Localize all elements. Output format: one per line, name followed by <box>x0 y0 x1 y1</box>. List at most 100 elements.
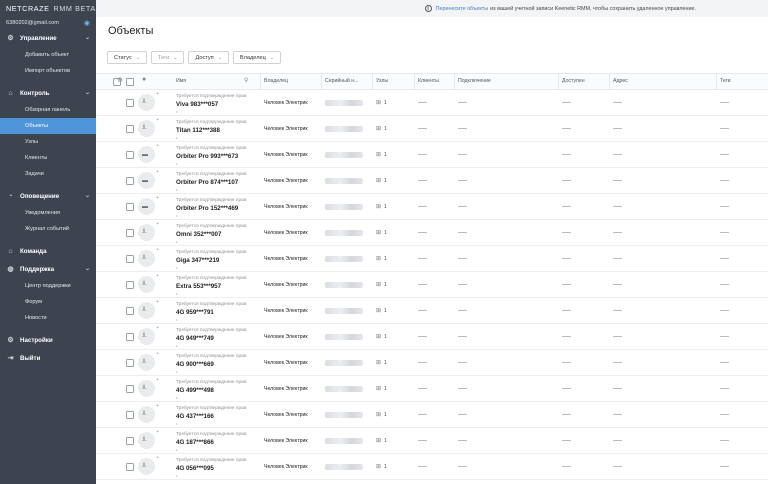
sidebar-item[interactable]: Журнал событий <box>0 221 96 237</box>
row-checkbox[interactable] <box>126 177 134 185</box>
row-checkbox[interactable] <box>126 151 134 159</box>
empty-value-dash <box>458 414 467 415</box>
sidebar-item[interactable]: Центр поддержки <box>0 278 96 294</box>
sidebar-item[interactable]: Задачи <box>0 166 96 182</box>
col-nodes[interactable]: Узлы <box>376 78 388 84</box>
filter-dropdown[interactable]: Владелец ⌄ <box>232 51 281 64</box>
row-checkbox[interactable] <box>126 437 134 445</box>
empty-value-dash <box>720 440 729 441</box>
device-name[interactable]: 4G 187***866 <box>176 439 214 446</box>
row-checkbox[interactable] <box>126 411 134 419</box>
migrate-link[interactable]: Перенесите объекты <box>436 6 489 12</box>
row-checkbox[interactable] <box>126 307 134 315</box>
add-user-icon: ⁺ <box>156 222 159 228</box>
device-name[interactable]: 4G 900***669 <box>176 361 214 368</box>
row-checkbox[interactable] <box>126 333 134 341</box>
col-connection[interactable]: Подключение <box>458 78 491 84</box>
filter-dropdown[interactable]: Статус ⌄ <box>107 51 147 64</box>
nodes-cell: ⊞ 1 <box>376 177 387 184</box>
table-row[interactable]: ╨ ⁺ Требуется подтверждение прав Extra 553*… <box>96 272 768 298</box>
sidebar-group-4[interactable]: ◍ Поддержка ⌄ <box>0 260 96 278</box>
device-name[interactable]: Viva 983***057 <box>176 101 218 108</box>
sidebar-group-5[interactable]: ⚙ Настройки <box>0 331 96 349</box>
sidebar-item[interactable]: Импорт объектов <box>0 63 96 79</box>
serial-redacted <box>325 334 363 340</box>
sidebar-item[interactable]: Уведомления <box>0 205 96 221</box>
col-clients[interactable]: Клиенты <box>418 78 439 84</box>
table-row[interactable]: ╨ ⁺ Требуется подтверждение прав 4G 900***6… <box>96 350 768 376</box>
col-access[interactable]: Доступен <box>562 78 585 84</box>
brand-logo[interactable]: NETCRAZE RMM BETA <box>0 0 96 17</box>
row-checkbox[interactable] <box>126 125 134 133</box>
row-checkbox[interactable] <box>126 99 134 107</box>
table-row[interactable]: ╨ ⁺ Требуется подтверждение прав Viva 983**… <box>96 90 768 116</box>
serial-redacted <box>325 308 363 314</box>
sidebar-group-3[interactable]: ⌂ Команда <box>0 242 96 260</box>
sidebar-item[interactable]: Обзорная панель <box>0 102 96 118</box>
device-name[interactable]: Extra 553***957 <box>176 283 221 290</box>
chevron-down-icon: ⌄ <box>84 193 90 199</box>
device-name[interactable]: Orbiter Pro 152***469 <box>176 205 238 212</box>
sidebar-group-6[interactable]: ⇥ Выйти <box>0 349 96 367</box>
pin-icon[interactable]: ⚲ <box>244 77 248 84</box>
device-name[interactable]: Orbiter Pro 874***107 <box>176 179 238 186</box>
column-divider <box>454 73 455 90</box>
settings-icon[interactable]: ⊕ <box>117 76 123 84</box>
row-checkbox[interactable] <box>126 255 134 263</box>
sidebar-item[interactable]: Узлы <box>0 134 96 150</box>
device-name[interactable]: Giga 347***219 <box>176 257 219 264</box>
device-name[interactable]: Orbiter Pro 993***673 <box>176 153 238 160</box>
empty-value-dash <box>418 388 427 389</box>
row-checkbox[interactable] <box>126 229 134 237</box>
nodes-count: 1 <box>384 230 388 236</box>
table-row[interactable]: ╨ ⁺ Требуется подтверждение прав 4G 949***7… <box>96 324 768 350</box>
col-tags[interactable]: Теги <box>720 78 731 84</box>
device-name[interactable]: 4G 437***166 <box>176 413 214 420</box>
table-row[interactable]: ▬ ⁺ Требуется подтверждение прав Orbiter Pr… <box>96 168 768 194</box>
node-icon: ⊞ <box>376 412 382 418</box>
sidebar-group-0[interactable]: ⚙ Управление ⌄ <box>0 29 96 47</box>
sidebar-item[interactable]: Клиенты <box>0 150 96 166</box>
filter-dropdown[interactable]: Доступ ⌄ <box>188 51 229 64</box>
empty-value-dash <box>720 336 729 337</box>
eye-icon[interactable]: ◉ <box>84 19 90 27</box>
col-address[interactable]: Адрес <box>613 78 628 84</box>
router-icon: ╨ ⁺ <box>138 248 159 267</box>
add-user-icon: ⁺ <box>156 456 159 462</box>
device-name[interactable]: 4G 056***095 <box>176 465 214 472</box>
sidebar-item[interactable]: Объекты <box>0 118 96 134</box>
row-checkbox[interactable] <box>126 385 134 393</box>
filter-dropdown[interactable]: Теги ⌄ <box>150 51 185 64</box>
table-row[interactable]: ╨ ⁺ Требуется подтверждение прав 4G 959***7… <box>96 298 768 324</box>
row-checkbox[interactable] <box>126 281 134 289</box>
table-row[interactable]: ╨ ⁺ Требуется подтверждение прав 4G 056***0… <box>96 454 768 480</box>
sidebar-item[interactable]: Добавить объект <box>0 47 96 63</box>
sidebar-group-1[interactable]: ⌂ Контроль ⌄ <box>0 84 96 102</box>
row-checkbox[interactable] <box>126 359 134 367</box>
account-row[interactable]: 6380202@gmail.com ◉ <box>0 17 96 29</box>
col-name[interactable]: Имя <box>176 78 186 84</box>
device-name[interactable]: 4G 959***791 <box>176 309 214 316</box>
sidebar-group-2[interactable]: ◔ Оповещение ⌄ <box>0 187 96 205</box>
table-row[interactable]: ▬ ⁺ Требуется подтверждение прав Orbiter Pr… <box>96 194 768 220</box>
sidebar-item[interactable]: Новости <box>0 310 96 326</box>
col-owner[interactable]: Владелец <box>264 78 288 84</box>
table-row[interactable]: ▬ ⁺ Требуется подтверждение прав Orbiter Pr… <box>96 142 768 168</box>
header-checkbox[interactable] <box>126 78 134 86</box>
device-name[interactable]: Omni 352***007 <box>176 231 221 238</box>
table-row[interactable]: ╨ ⁺ Требуется подтверждение прав Omni 352**… <box>96 220 768 246</box>
status-dot: • <box>176 447 178 452</box>
table-row[interactable]: ╨ ⁺ Требуется подтверждение прав 4G 187***8… <box>96 428 768 454</box>
row-checkbox[interactable] <box>126 463 134 471</box>
col-serial[interactable]: Серийный н... <box>325 78 358 84</box>
sidebar-item[interactable]: Форум <box>0 294 96 310</box>
device-name[interactable]: Titan 112***388 <box>176 127 220 134</box>
nodes-count: 1 <box>384 412 388 418</box>
table-row[interactable]: ╨ ⁺ Требуется подтверждение прав 4G 437***1… <box>96 402 768 428</box>
device-name[interactable]: 4G 949***749 <box>176 335 214 342</box>
table-row[interactable]: ╨ ⁺ Требуется подтверждение прав Giga 347**… <box>96 246 768 272</box>
device-name[interactable]: 4G 499***498 <box>176 387 214 394</box>
row-checkbox[interactable] <box>126 203 134 211</box>
table-row[interactable]: ╨ ⁺ Требуется подтверждение прав 4G 499***4… <box>96 376 768 402</box>
table-row[interactable]: ╨ ⁺ Требуется подтверждение прав Titan 112*… <box>96 116 768 142</box>
